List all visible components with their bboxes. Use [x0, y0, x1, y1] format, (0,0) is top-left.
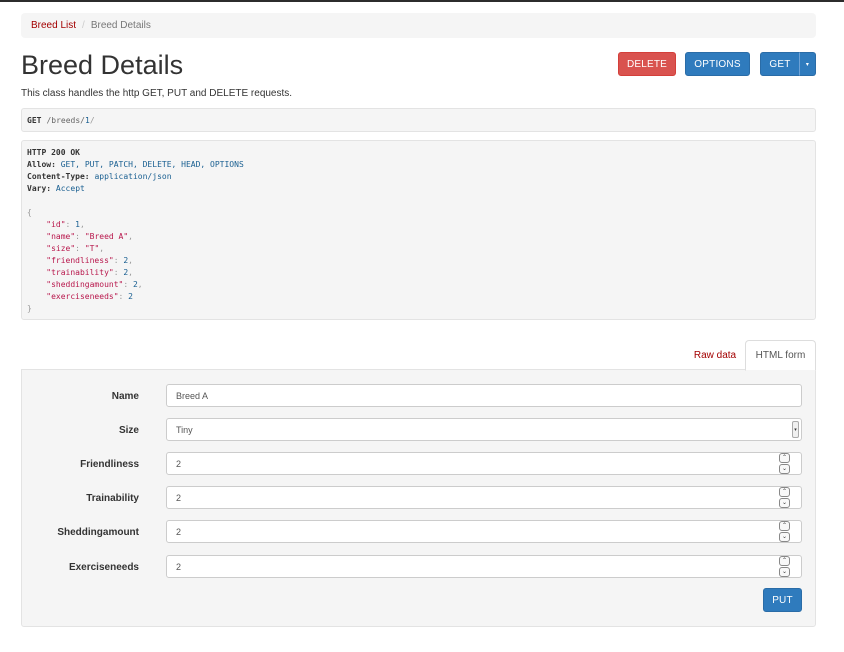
spinner-up-icon[interactable]: ⌃: [779, 487, 790, 497]
html-form-panel: Name Breed A Size Tiny ▾ Friendliness 2 …: [21, 369, 816, 627]
breadcrumb: Breed List / Breed Details: [21, 13, 816, 38]
get-button[interactable]: GET: [760, 52, 800, 76]
window-top-border: [0, 0, 844, 2]
breadcrumb-current: Breed Details: [90, 20, 151, 31]
breadcrumb-separator: /: [82, 20, 85, 31]
response-header-value: Accept: [55, 184, 85, 193]
trainability-value: 2: [176, 492, 182, 503]
size-label: Size: [118, 425, 139, 436]
name-input[interactable]: Breed A: [166, 384, 802, 407]
put-button[interactable]: PUT: [763, 588, 802, 612]
exerciseneeds-label: Exerciseneeds: [68, 562, 139, 573]
get-format-dropdown-button[interactable]: ▾: [799, 52, 816, 76]
tab-raw-data[interactable]: Raw data: [686, 340, 744, 370]
response-info: HTTP 200 OK Allow: GET, PUT, PATCH, DELE…: [21, 140, 816, 320]
exerciseneeds-input[interactable]: 2 ⌃ ⌄: [166, 555, 802, 578]
trainability-spinner: ⌃ ⌄: [779, 487, 791, 508]
request-info: GET /breeds/ 1 /: [21, 108, 816, 132]
json-value: "T": [84, 244, 100, 253]
caret-down-icon: ▾: [805, 61, 810, 68]
delete-button[interactable]: DELETE: [618, 52, 676, 76]
request-path-prefix: /breeds/: [46, 115, 85, 125]
friendliness-value: 2: [176, 458, 182, 469]
friendliness-spinner: ⌃ ⌄: [779, 453, 791, 474]
tab-html-form[interactable]: HTML form: [745, 340, 816, 371]
sheddingamount-value: 2: [176, 526, 182, 537]
response-header-key: Allow:: [27, 160, 56, 169]
exerciseneeds-spinner: ⌃ ⌄: [779, 556, 791, 577]
response-header-value: GET, PUT, PATCH, DELETE, HEAD, OPTIONS: [60, 160, 244, 169]
response-header-key: Content-Type:: [27, 172, 90, 181]
response-status: HTTP 200 OK: [27, 148, 80, 157]
json-open-brace: {: [27, 208, 32, 217]
spinner-up-icon[interactable]: ⌃: [779, 556, 790, 566]
json-key: "id": [46, 220, 66, 229]
size-select-value: Tiny: [176, 424, 193, 435]
spinner-down-icon[interactable]: ⌄: [779, 532, 790, 542]
name-label: Name: [111, 391, 139, 402]
json-key: "size": [46, 244, 76, 253]
select-arrow-icon: ▾: [792, 421, 799, 438]
json-close-brace: }: [27, 304, 32, 313]
friendliness-input[interactable]: 2 ⌃ ⌄: [166, 452, 802, 475]
trainability-input[interactable]: 2 ⌃ ⌄: [166, 486, 802, 509]
size-select[interactable]: Tiny ▾: [166, 418, 802, 441]
exerciseneeds-value: 2: [176, 561, 182, 572]
page-title: Breed Details: [21, 50, 184, 80]
sheddingamount-input[interactable]: 2 ⌃ ⌄: [166, 520, 802, 543]
spinner-down-icon[interactable]: ⌄: [779, 498, 790, 508]
json-value: 2: [128, 292, 133, 301]
friendliness-label: Friendliness: [80, 459, 139, 470]
json-key: "friendliness": [46, 256, 114, 265]
request-method: GET: [27, 115, 42, 125]
json-key: "trainability": [46, 268, 114, 277]
trainability-label: Trainability: [86, 493, 139, 504]
spinner-up-icon[interactable]: ⌃: [779, 521, 790, 531]
response-header-key: Vary:: [27, 184, 52, 193]
json-key: "exerciseneeds": [46, 292, 119, 301]
spinner-down-icon[interactable]: ⌄: [779, 567, 790, 577]
json-value: "Breed A": [84, 232, 129, 241]
options-button[interactable]: OPTIONS: [685, 52, 750, 76]
breadcrumb-breed-list-link[interactable]: Breed List: [31, 20, 76, 31]
request-path-suffix: /: [89, 115, 95, 125]
spinner-up-icon[interactable]: ⌃: [779, 453, 790, 463]
json-key: "name": [46, 232, 76, 241]
response-header-value: application/json: [94, 172, 172, 181]
spinner-down-icon[interactable]: ⌄: [779, 464, 790, 474]
sheddingamount-label: Sheddingamount: [57, 527, 139, 538]
page-description: This class handles the http GET, PUT and…: [21, 88, 293, 99]
sheddingamount-spinner: ⌃ ⌄: [779, 521, 791, 542]
json-key: "sheddingamount": [46, 280, 124, 289]
